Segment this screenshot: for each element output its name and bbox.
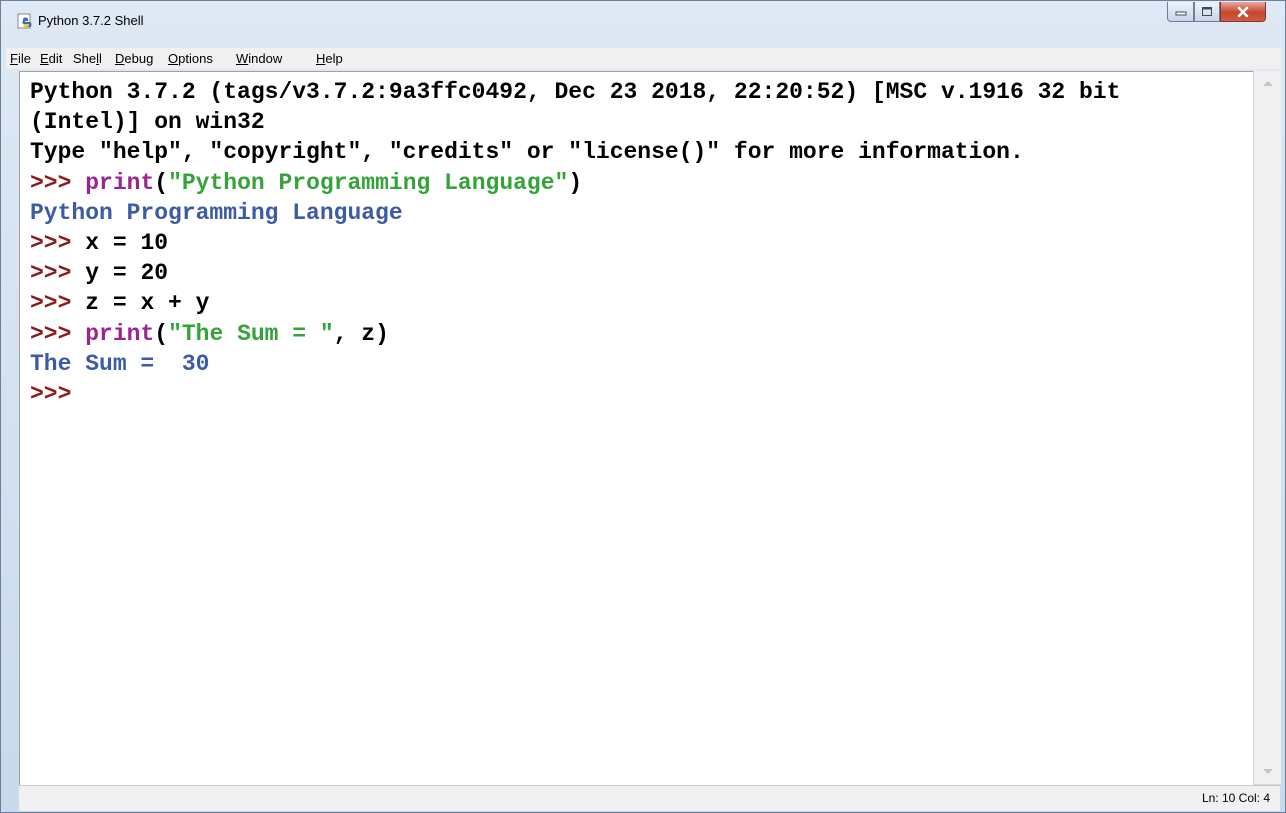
minimize-icon [1175,11,1186,15]
shell-text-area[interactable]: Python 3.7.2 (tags/v3.7.2:9a3ffc0492, De… [19,71,1253,785]
input-line: >>> z = x + y [30,290,210,316]
banner-line: Type "help", "copyright", "credits" or "… [30,139,1024,165]
scroll-down-arrow-icon[interactable] [1263,769,1273,774]
prompt: >>> [30,170,72,196]
menu-debug[interactable]: Debug [115,51,153,66]
menu-shell[interactable]: Shell [73,51,102,66]
menu-file[interactable]: File [10,51,31,66]
string-literal: "Python Programming Language" [168,170,569,196]
maximize-icon [1202,7,1212,16]
close-icon [1237,6,1249,17]
input-line: >>> [30,379,71,409]
prompt: >>> [30,321,72,347]
menu-help[interactable]: Help [316,51,343,66]
input-line: >>> y = 20 [30,260,169,286]
banner-line: (Intel)] on win32 [30,109,265,135]
vertical-scrollbar[interactable] [1253,71,1281,784]
title-bar[interactable]: Python 3.7.2 Shell [1,1,1285,41]
maximize-button[interactable] [1194,2,1220,22]
minimize-button[interactable] [1167,2,1194,22]
input-line: >>> print("Python Programming Language") [30,170,583,196]
cursor-position: Ln: 10 Col: 4 [1201,791,1270,805]
menu-window[interactable]: Window [236,51,282,66]
output-line: The Sum = 30 [30,351,210,377]
menu-edit[interactable]: Edit [40,51,62,66]
close-button[interactable] [1220,2,1266,22]
input-line: >>> print("The Sum = ", z) [30,321,389,347]
prompt: >>> [30,290,72,316]
idle-shell-window: Python 3.7.2 Shell File Edit Shell Debug… [0,0,1286,813]
input-line: >>> x = 10 [30,230,169,256]
python-idle-icon [17,13,32,29]
prompt: >>> [30,230,72,256]
menu-bar: File Edit Shell Debug Options Window Hel… [6,48,1281,69]
keyword: print [85,321,155,347]
output-line: Python Programming Language [30,200,403,226]
status-bar: Ln: 10 Col: 4 [19,785,1280,811]
string-literal: "The Sum = " [168,321,334,347]
menu-options[interactable]: Options [168,51,213,66]
window-title: Python 3.7.2 Shell [38,13,144,28]
scroll-up-arrow-icon[interactable] [1263,81,1273,86]
keyword: print [85,170,155,196]
banner-line: Python 3.7.2 (tags/v3.7.2:9a3ffc0492, De… [30,79,1121,105]
prompt: >>> [30,260,72,286]
prompt: >>> [30,381,72,407]
